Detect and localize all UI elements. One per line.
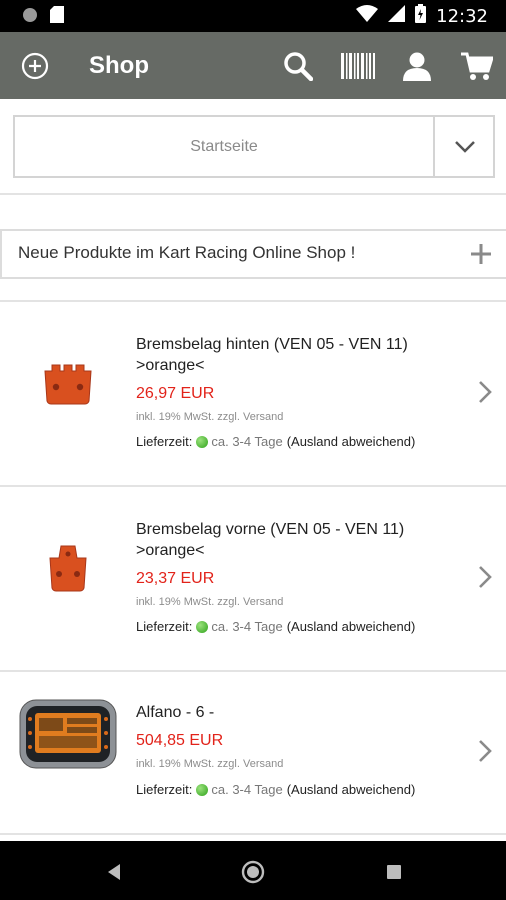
product-list-item[interactable]: Alfano - 6 - 504,85 EUR inkl. 19% MwSt. … xyxy=(0,672,506,841)
signal-icon xyxy=(388,5,406,27)
product-price: 23,37 EUR xyxy=(136,570,215,587)
category-select[interactable]: Startseite xyxy=(13,115,495,178)
home-icon[interactable] xyxy=(241,860,265,884)
notification-dot-icon xyxy=(22,7,38,28)
delivery-label: Lieferzeit: xyxy=(136,619,193,634)
chevron-right-icon[interactable] xyxy=(476,380,494,404)
product-vat-note: inkl. 19% MwSt. zzgl. Versand xyxy=(136,411,284,423)
availability-dot-icon xyxy=(196,435,209,448)
product-vat-note: inkl. 19% MwSt. zzgl. Versand xyxy=(136,596,284,608)
back-icon[interactable] xyxy=(102,860,126,884)
product-vat-note: inkl. 19% MwSt. zzgl. Versand xyxy=(136,758,284,770)
search-icon[interactable] xyxy=(280,48,316,84)
barcode-icon[interactable] xyxy=(340,48,376,84)
delivery-note: (Ausland abweichend) xyxy=(286,782,416,797)
page-title: Shop xyxy=(89,52,149,79)
status-bar: 12:32 xyxy=(0,0,506,32)
cart-icon[interactable] xyxy=(459,48,495,84)
delivery-label: Lieferzeit: xyxy=(136,782,193,797)
availability-dot-icon xyxy=(196,783,209,796)
delivery-note: (Ausland abweichend) xyxy=(286,619,416,634)
chevron-down-icon[interactable] xyxy=(435,117,495,176)
battery-icon xyxy=(415,4,427,28)
accordion-label: Neue Produkte im Kart Racing Online Shop… xyxy=(18,243,356,262)
status-clock: 12:32 xyxy=(436,5,488,27)
chevron-right-icon[interactable] xyxy=(476,739,494,763)
delivery-info: Lieferzeit: ca. 3-4 Tage (Ausland abweic… xyxy=(136,619,415,634)
delivery-note: (Ausland abweichend) xyxy=(286,434,416,449)
product-name[interactable]: Bremsbelag vorne (VEN 05 - VEN 11) >oran… xyxy=(136,519,436,561)
availability-dot-icon xyxy=(196,620,209,633)
system-navigation-bar xyxy=(0,841,506,900)
section-divider xyxy=(0,193,506,195)
product-name[interactable]: Alfano - 6 - xyxy=(136,702,436,723)
front-brake-pad-image xyxy=(16,529,120,609)
recent-apps-icon[interactable] xyxy=(382,860,406,884)
category-select-value: Startseite xyxy=(190,138,258,155)
product-name[interactable]: Bremsbelag hinten (VEN 05 - VEN 11) >ora… xyxy=(136,334,436,376)
new-products-accordion[interactable]: Neue Produkte im Kart Racing Online Shop… xyxy=(0,229,506,279)
delivery-time: ca. 3-4 Tage xyxy=(211,619,283,634)
account-icon[interactable] xyxy=(399,48,435,84)
delivery-time: ca. 3-4 Tage xyxy=(211,782,283,797)
wifi-icon xyxy=(356,5,379,27)
plus-icon[interactable] xyxy=(466,239,496,269)
product-list-item[interactable]: Bremsbelag hinten (VEN 05 - VEN 11) >ora… xyxy=(0,302,506,485)
app-bar: Shop xyxy=(0,32,506,99)
delivery-time: ca. 3-4 Tage xyxy=(211,434,283,449)
rear-brake-pad-image xyxy=(16,344,120,424)
sd-card-icon xyxy=(50,6,64,28)
content-area: Startseite Neue Produkte im Kart Racing … xyxy=(0,99,506,841)
chevron-right-icon[interactable] xyxy=(476,565,494,589)
product-price: 26,97 EUR xyxy=(136,385,215,402)
delivery-label: Lieferzeit: xyxy=(136,434,193,449)
product-price: 504,85 EUR xyxy=(136,732,224,749)
add-circle-icon[interactable] xyxy=(17,48,53,84)
delivery-info: Lieferzeit: ca. 3-4 Tage (Ausland abweic… xyxy=(136,782,415,797)
lap-timer-device-image xyxy=(16,694,120,774)
product-list-item[interactable]: Bremsbelag vorne (VEN 05 - VEN 11) >oran… xyxy=(0,487,506,670)
item-divider xyxy=(0,833,506,835)
delivery-info: Lieferzeit: ca. 3-4 Tage (Ausland abweic… xyxy=(136,434,415,449)
